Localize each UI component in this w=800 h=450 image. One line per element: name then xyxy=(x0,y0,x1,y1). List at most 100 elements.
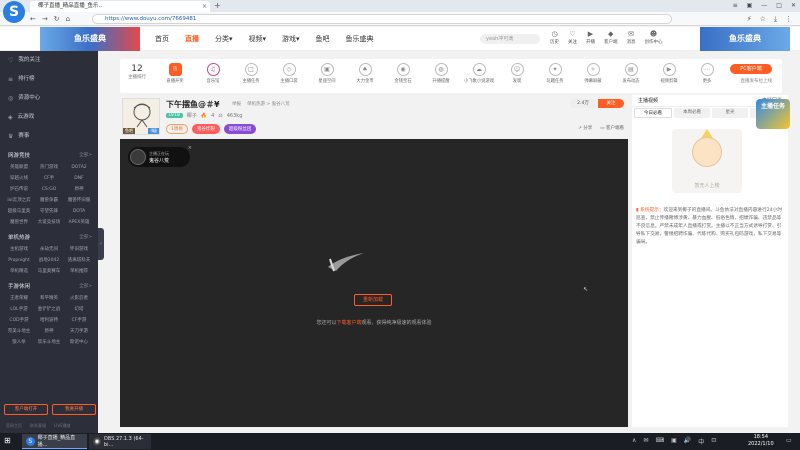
sidebar-item-follow[interactable]: ♡ 我的关注 xyxy=(0,51,98,70)
sidebar-game-link[interactable]: 单机精选 xyxy=(4,266,34,277)
sidebar-game-link[interactable]: 哈利波特 xyxy=(34,315,64,326)
open-client-button[interactable]: 客户端打开 xyxy=(4,404,48,415)
notification-icon[interactable]: ▭ xyxy=(786,437,792,444)
toolbar-item-discover[interactable]: ☺ 发现 xyxy=(502,63,532,84)
tray-mail-icon[interactable]: ✉ xyxy=(643,437,648,446)
sidebar-game-link[interactable]: DNF xyxy=(64,173,94,184)
sidebar-game-link[interactable]: 怀旧游戏 xyxy=(64,244,94,255)
footer-link[interactable]: LIVE播放 xyxy=(54,423,71,429)
sidebar-game-link[interactable]: 战地2042 xyxy=(34,255,64,266)
browser-logo-icon[interactable]: S xyxy=(3,1,25,23)
share-button[interactable]: ↗ 分享 xyxy=(578,125,592,131)
tab-week[interactable]: 本周必看 xyxy=(674,108,710,118)
settings-icon[interactable]: ⋮ xyxy=(785,13,792,25)
toolbar-item-clip[interactable]: ▶ 视频剪辑 xyxy=(654,63,684,84)
toolbar-item-post[interactable]: ▤ 发布动态 xyxy=(616,63,646,84)
nav-category[interactable]: 分类▾ xyxy=(215,27,233,51)
sidebar-game-link[interactable]: 单机推荐 xyxy=(64,266,94,277)
sidebar-game-link[interactable]: lol云顶之弈 xyxy=(4,195,34,206)
forward-icon[interactable]: → xyxy=(42,13,48,25)
sidebar-item-ranking[interactable]: ≡ 排行榜 xyxy=(0,70,98,89)
sidebar-game-link[interactable]: 大诞竞技场 xyxy=(34,217,64,228)
back-icon[interactable]: ← xyxy=(30,13,36,25)
tray-network-icon[interactable]: ▣ xyxy=(671,437,677,446)
tab-close-icon[interactable]: × xyxy=(202,1,207,12)
toolbar-item-lottery[interactable]: 热直播开奖 xyxy=(160,63,190,84)
anchor-task-badge[interactable]: 主播任务 xyxy=(756,99,790,129)
anchor-rank[interactable]: 12 主播排行 xyxy=(128,64,146,80)
tray-volume-icon[interactable]: 🔊 xyxy=(684,437,691,446)
toolbar-item-coin[interactable]: ♠ 大力金币 xyxy=(350,63,380,84)
sidebar-game-link[interactable]: 原神 xyxy=(64,184,94,195)
footer-link[interactable]: 联系客服 xyxy=(30,423,46,429)
sidebar-game-link[interactable]: 欢乐斗地主 xyxy=(34,337,64,348)
sidebar-game-link[interactable]: 超级马里奥 xyxy=(4,206,34,217)
history-button[interactable]: ◷ 历史 xyxy=(550,29,559,45)
header-banner-right[interactable]: 鱼乐盛典 xyxy=(700,27,790,51)
taskbar-app-obs[interactable]: ◉ OBS 27.1.3 (64-bi... xyxy=(89,434,151,449)
sidebar-game-link[interactable]: 天刀手游 xyxy=(64,326,94,337)
messages-button[interactable]: ✉ 消息 xyxy=(627,29,636,45)
sidebar-item-resources[interactable]: ◎ 资源中心 xyxy=(0,89,98,108)
sidebar-game-link[interactable]: 马里奥赛车 xyxy=(34,266,64,277)
header-search-input[interactable]: yeah冲可滴 xyxy=(480,34,540,44)
sidebar-game-link[interactable]: 完美斗地主 xyxy=(4,326,34,337)
tray-ime-icon[interactable]: 中 xyxy=(698,437,704,446)
start-stream-button[interactable]: 我要开播 xyxy=(52,404,96,415)
header-banner-left[interactable]: 鱼乐盛典 xyxy=(40,27,140,51)
sidebar-game-link[interactable]: 热门游戏 xyxy=(34,162,64,173)
section-more-link[interactable]: 全部> xyxy=(79,281,92,293)
taskbar-app-browser[interactable]: S 椰子直播_精品直播... xyxy=(22,434,87,449)
toolbar-item-star[interactable]: ▣ 星座空间 xyxy=(312,63,342,84)
badge-close-icon[interactable]: × xyxy=(188,145,192,151)
toolbar-item-novel[interactable]: ☁ 小飞象小说游戏 xyxy=(464,63,494,84)
window-mode-icon[interactable]: ▣ xyxy=(747,0,753,12)
tab-today[interactable]: 今日必看 xyxy=(634,108,672,118)
url-input[interactable]: https://www.douyu.com/7669481 xyxy=(92,14,672,24)
sidebar-game-link[interactable]: 主机游戏 xyxy=(4,244,34,255)
sidebar-game-link[interactable]: CF手游 xyxy=(64,315,94,326)
sidebar-game-link[interactable]: COD手游 xyxy=(4,315,34,326)
toolbar-item-fun-task[interactable]: ✦ 玩趣任务 xyxy=(540,63,570,84)
nav-game[interactable]: 游戏▾ xyxy=(282,27,300,51)
sidebar-game-link[interactable]: 王者荣耀 xyxy=(4,293,34,304)
nav-home[interactable]: 首页 xyxy=(155,27,169,51)
sidebar-item-cloud-game[interactable]: ◈ 云游戏 xyxy=(0,108,98,127)
sidebar-game-link[interactable]: 原神 xyxy=(34,326,64,337)
home-icon[interactable]: ⌂ xyxy=(66,13,70,25)
sidebar-game-link[interactable]: APEX英雄 xyxy=(64,217,94,228)
download-client-link[interactable]: 下载客户端 xyxy=(336,320,361,326)
toolbar-item-more[interactable]: ⋯ 更多 xyxy=(692,63,722,84)
maximize-icon[interactable]: □ xyxy=(776,0,782,12)
tab-starlight[interactable]: 星光 xyxy=(712,108,748,118)
sidebar-game-link[interactable]: 斯诺中心 xyxy=(64,337,94,348)
sidebar-game-link[interactable]: 火影忍者 xyxy=(64,293,94,304)
section-more-link[interactable]: 全部> xyxy=(79,232,92,244)
tray-expand-icon[interactable]: ∧ xyxy=(632,437,636,446)
extension-icon[interactable]: ⚡ xyxy=(747,13,752,25)
report-link[interactable]: 举报 xyxy=(232,101,241,107)
tray-app-icon[interactable]: ⊡ xyxy=(711,437,716,446)
avatar[interactable]: 鱼吧 4级 xyxy=(122,98,160,135)
sidebar-game-link[interactable]: 英雄联盟 xyxy=(4,162,34,173)
super-fan-tag[interactable]: 超级粉丝团 xyxy=(223,124,257,134)
fan-badge-tag[interactable]: 鬼谷炸裂 xyxy=(191,124,220,134)
toolbar-item-music[interactable]: ♫ 音乐馆 xyxy=(198,63,228,84)
nav-yuba[interactable]: 鱼吧 xyxy=(316,27,330,51)
sidebar-game-link[interactable]: 幻塔 xyxy=(64,304,94,315)
sidebar-game-link[interactable]: 金铲铲之战 xyxy=(34,304,64,315)
sidebar-game-link[interactable]: 魔兽世界 xyxy=(4,217,34,228)
nav-live[interactable]: 直播 xyxy=(185,27,199,51)
close-window-icon[interactable]: ✕ xyxy=(791,0,796,12)
anchor-name[interactable]: 椰子 xyxy=(187,112,197,119)
toolbar-item-remind[interactable]: ◍ 开播提醒 xyxy=(426,63,456,84)
nav-festival[interactable]: 鱼乐盛典 xyxy=(346,27,374,51)
toolbar-item-danmaku-block[interactable]: ✧ 弹幕屏蔽 xyxy=(578,63,608,84)
sidebar-game-link[interactable]: 和平精英 xyxy=(34,293,64,304)
follow-button[interactable]: 关注 xyxy=(598,99,624,108)
category-breadcrumb[interactable]: 单机热游 > 鬼谷八荒 xyxy=(247,101,290,107)
new-tab-icon[interactable]: + xyxy=(214,1,221,10)
menu-icon[interactable]: ≡ xyxy=(733,0,738,12)
reload-button[interactable]: 重新加载 xyxy=(354,294,392,306)
client-watch-button[interactable]: ▭ 客户端看 xyxy=(600,125,624,131)
